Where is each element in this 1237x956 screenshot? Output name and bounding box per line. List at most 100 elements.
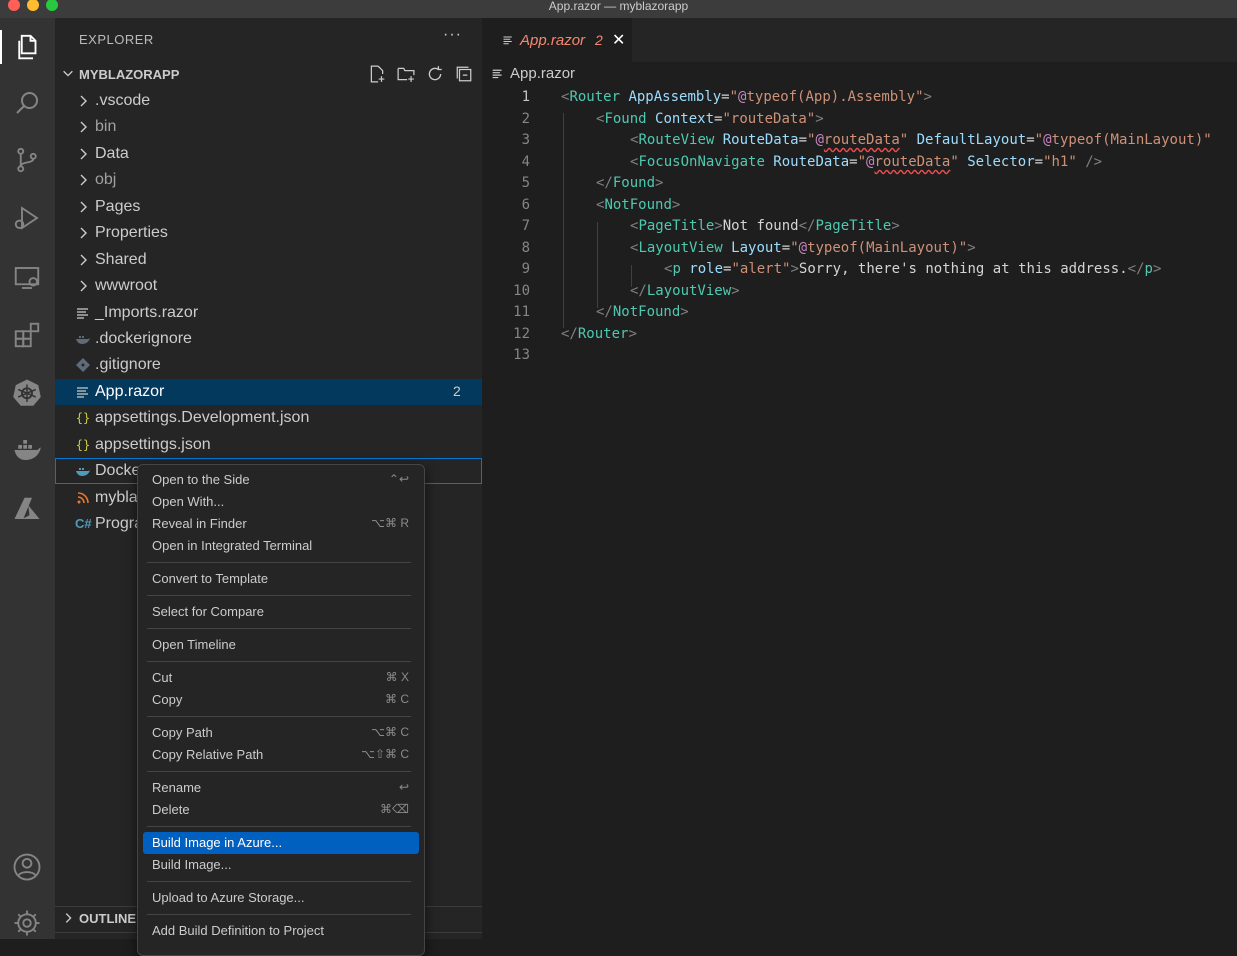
tree-item-label: Data — [95, 145, 129, 162]
refresh-icon[interactable] — [426, 65, 444, 83]
tree-item-label: appsettings.Development.json — [95, 409, 310, 426]
tab-app-razor[interactable]: App.razor 2 ✕ — [482, 18, 632, 62]
menu-item-cut[interactable]: Cut ⌘ X — [143, 667, 419, 689]
menu-item-open-in-terminal[interactable]: Open in Integrated Terminal — [143, 535, 419, 557]
menu-separator — [147, 628, 411, 629]
new-file-icon[interactable] — [368, 65, 386, 83]
azure-activity[interactable] — [10, 492, 44, 526]
code-line: </Router> — [561, 326, 637, 342]
menu-item-convert-to-template[interactable]: Convert to Template — [143, 568, 419, 590]
tree-item-shared[interactable]: Shared — [55, 247, 482, 273]
editor-tabs: App.razor 2 ✕ — [482, 18, 1237, 62]
code-line: </NotFound> — [596, 304, 689, 320]
tree-item-dockerignore[interactable]: .dockerignore — [55, 326, 482, 352]
tree-item-label: Shared — [95, 251, 147, 268]
menu-item-build-image-azure[interactable]: Build Image in Azure... — [143, 832, 419, 854]
code-line: </Found> — [596, 175, 664, 191]
docker-icon — [14, 440, 41, 460]
tree-item-properties[interactable]: Properties — [55, 220, 482, 246]
search-activity[interactable] — [10, 86, 44, 120]
source-control-activity[interactable] — [10, 143, 44, 177]
extensions-icon — [14, 322, 40, 348]
code-line: </LayoutView> — [630, 283, 740, 299]
line-number: 9 — [521, 261, 530, 277]
tree-item-label: bin — [95, 118, 117, 135]
close-tab-icon[interactable]: ✕ — [612, 30, 625, 50]
breadcrumb[interactable]: App.razor — [510, 65, 575, 82]
tree-item-label: Docke — [95, 462, 141, 479]
code-line: <FocusOnNavigate RouteData="@routeData" … — [630, 154, 1103, 170]
manage-activity[interactable] — [10, 906, 44, 940]
collapse-all-icon[interactable] — [455, 65, 473, 83]
tree-item-label: .dockerignore — [95, 330, 192, 347]
code-line: <LayoutView Layout="@typeof(MainLayout)"… — [630, 240, 976, 256]
line-number: 5 — [521, 175, 530, 191]
chevron-right-icon — [80, 174, 87, 186]
remote-explorer-icon — [14, 267, 40, 289]
tree-item-appsettings[interactable]: {} appsettings.json — [55, 432, 482, 458]
menu-item-open-with[interactable]: Open With... — [143, 491, 419, 513]
menu-item-rename[interactable]: Rename ↩ — [143, 777, 419, 799]
line-number: 11 — [513, 304, 530, 320]
tree-item-appsettings-dev[interactable]: {} appsettings.Development.json — [55, 405, 482, 431]
explorer-activity[interactable] — [0, 30, 54, 64]
docker-activity[interactable] — [10, 433, 44, 467]
tree-item-label: appsettings.json — [95, 436, 211, 453]
line-number: 4 — [521, 154, 530, 170]
code-line: <RouteView RouteData="@routeData" Defaul… — [630, 132, 1212, 148]
tree-item-label: Progra — [95, 515, 144, 532]
menu-separator — [147, 716, 411, 717]
tree-item-data[interactable]: Data — [55, 141, 482, 167]
workspace-section-header[interactable]: MYBLAZORAPP — [55, 63, 482, 85]
tree-item-vscode[interactable]: .vscode — [55, 88, 482, 114]
menu-item-open-timeline[interactable]: Open Timeline — [143, 634, 419, 656]
source-control-icon — [17, 147, 37, 173]
indent-guide — [563, 113, 564, 328]
tree-item-label: _Imports.razor — [95, 304, 199, 321]
menu-item-copy-path[interactable]: Copy Path ⌥⌘ C — [143, 722, 419, 744]
line-number: 10 — [513, 283, 530, 299]
menu-item-open-to-side[interactable]: Open to the Side ⌃↩ — [143, 469, 419, 491]
new-folder-icon[interactable] — [397, 65, 415, 83]
title-bar: App.razor — myblazorapp — [0, 0, 1237, 18]
tab-problem-count: 2 — [595, 32, 603, 48]
tree-item-obj[interactable]: obj — [55, 167, 482, 193]
tree-item-wwwroot[interactable]: wwwroot — [55, 273, 482, 299]
tree-item-pages[interactable]: Pages — [55, 194, 482, 220]
menu-item-copy[interactable]: Copy ⌘ C — [143, 689, 419, 711]
activity-bar — [0, 18, 55, 939]
line-number: 2 — [521, 111, 530, 127]
tree-item-label: mybla — [95, 489, 138, 506]
menu-item-delete[interactable]: Delete ⌘⌫ — [143, 799, 419, 821]
run-debug-activity[interactable] — [10, 201, 44, 235]
run-debug-icon — [14, 206, 39, 230]
menu-separator — [147, 826, 411, 827]
tree-item-bin[interactable]: bin — [55, 114, 482, 140]
code-line: <NotFound> — [596, 197, 681, 213]
files-icon — [18, 34, 37, 60]
problems-badge: 2 — [453, 383, 461, 399]
docker-file-icon — [76, 468, 90, 476]
tree-item-app-razor[interactable]: App.razor 2 — [55, 379, 482, 405]
more-actions-icon[interactable]: ··· — [443, 26, 462, 44]
line-number: 1 — [521, 89, 530, 105]
menu-item-reveal-in-finder[interactable]: Reveal in Finder ⌥⌘ R — [143, 513, 419, 535]
chevron-right-icon — [80, 254, 87, 266]
remote-explorer-activity[interactable] — [10, 261, 44, 295]
menu-item-select-for-compare[interactable]: Select for Compare — [143, 601, 419, 623]
window-title: App.razor — myblazorapp — [548, 0, 689, 13]
azure-icon — [14, 497, 40, 519]
extensions-activity[interactable] — [10, 318, 44, 352]
menu-item-upload-azure-storage[interactable]: Upload to Azure Storage... — [143, 887, 419, 909]
chevron-right-icon — [80, 227, 87, 239]
menu-item-build-image[interactable]: Build Image... — [143, 854, 419, 876]
account-icon — [13, 853, 41, 881]
accounts-activity[interactable] — [10, 850, 44, 884]
tree-item-imports[interactable]: _Imports.razor — [55, 300, 482, 326]
line-number: 13 — [513, 347, 530, 363]
tree-item-gitignore[interactable]: .gitignore — [55, 352, 482, 378]
chevron-right-icon — [80, 121, 87, 133]
menu-item-copy-relative-path[interactable]: Copy Relative Path ⌥⇧⌘ C — [143, 744, 419, 766]
rss-file-icon — [77, 492, 89, 504]
kubernetes-activity[interactable] — [10, 375, 44, 409]
